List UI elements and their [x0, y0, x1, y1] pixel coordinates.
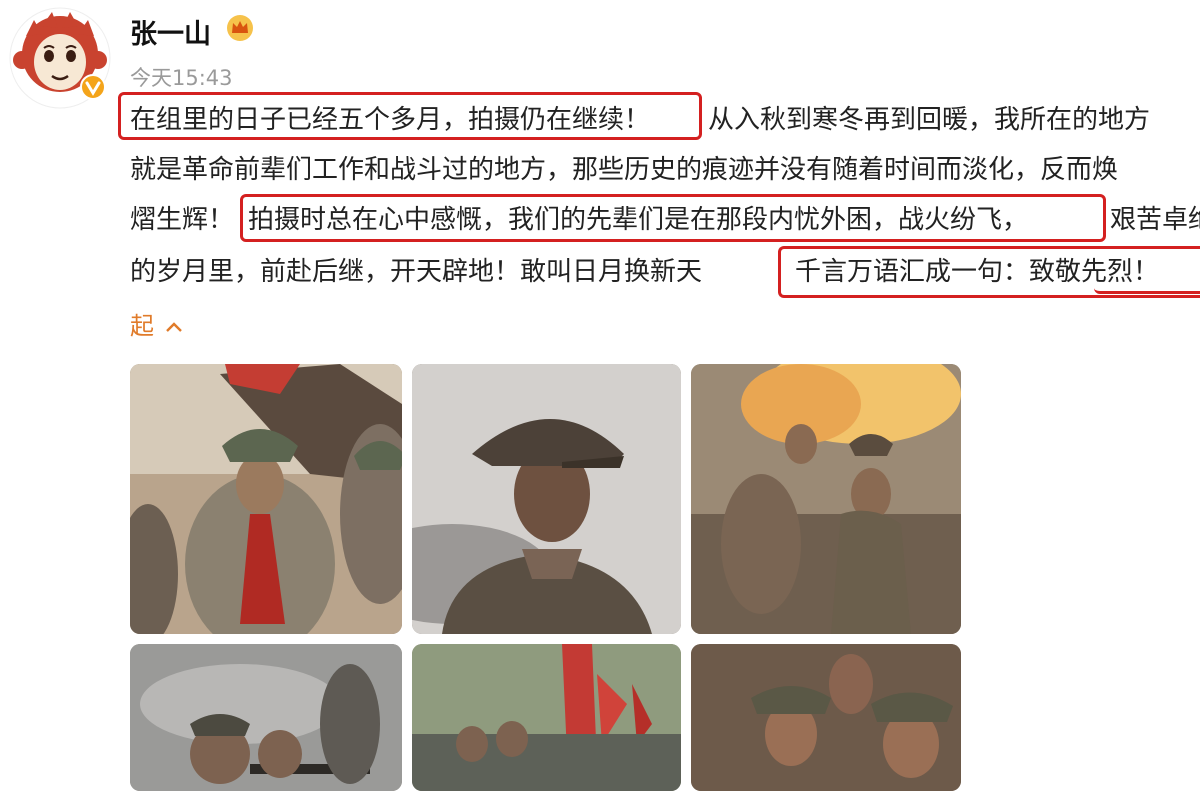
- post-timestamp[interactable]: 今天15:43: [130, 62, 233, 92]
- photo-battle-scene[interactable]: [691, 364, 961, 634]
- photo-soldier-portrait[interactable]: [412, 364, 681, 634]
- highlight-box: [240, 194, 1106, 242]
- post-segment: 从入秋到寒冬再到回暖，我所在的地方: [708, 105, 1151, 135]
- photo-soldiers-with-red-scarves[interactable]: [130, 364, 402, 634]
- chevron-up-icon: [165, 322, 182, 332]
- collapse-label: 起: [130, 312, 154, 340]
- post-segment: 的岁月里，前赴后继，开天辟地！敢叫日月换新天: [130, 257, 703, 287]
- photo-soldiers-group[interactable]: [691, 644, 961, 791]
- post-segment: 熠生辉！: [130, 205, 235, 235]
- crown-icon: [226, 14, 254, 42]
- collapse-button[interactable]: 起: [130, 306, 184, 341]
- highlight-box: [118, 92, 702, 140]
- photo-soldiers-with-red-flags[interactable]: [412, 644, 681, 791]
- post-segment: 艰苦卓绝: [1110, 205, 1200, 235]
- post-segment: 就是革命前辈们工作和战斗过的地方，那些历史的痕迹并没有随着时间而淡化，反而焕: [130, 155, 1119, 185]
- photo-soldiers-aiming[interactable]: [130, 644, 402, 791]
- post-line-2: 就是革命前辈们工作和战斗过的地方，那些历史的痕迹并没有随着时间而淡化，反而焕: [0, 148, 1200, 192]
- verified-badge-icon: [80, 74, 106, 100]
- username[interactable]: 张一山: [130, 12, 211, 51]
- highlight-box: [778, 246, 1200, 298]
